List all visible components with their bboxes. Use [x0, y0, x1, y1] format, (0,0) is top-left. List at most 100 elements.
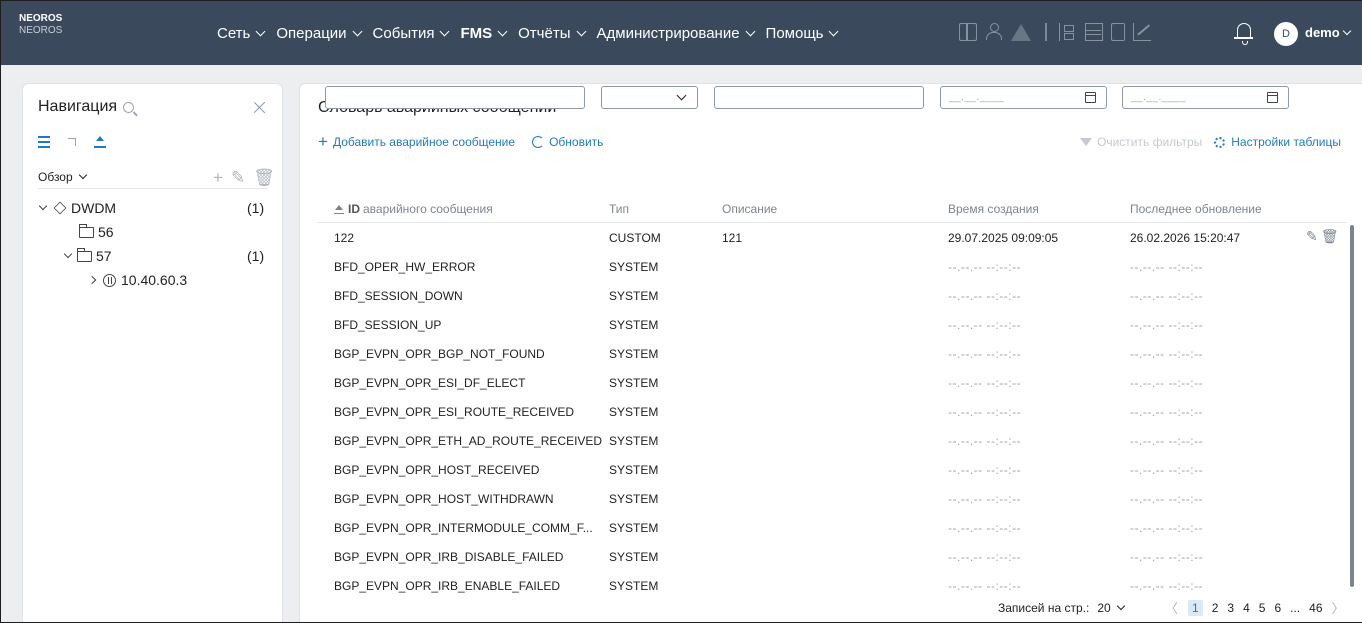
page-3[interactable]: 3	[1227, 601, 1234, 615]
table-row[interactable]: BFD_SESSION_DOWN SYSTEM --.--.-- --:--:-…	[1, 281, 1203, 310]
table-row[interactable]: BFD_OPER_HW_ERROR SYSTEM --.--.-- --:--:…	[1, 252, 1203, 281]
toolbar-divider	[1045, 23, 1047, 41]
close-icon[interactable]	[253, 100, 267, 114]
menu-administration[interactable]: Администрирование	[597, 25, 760, 42]
table-row[interactable]: BGP_EVPN_OPR_HOST_WITHDRAWN SYSTEM --.--…	[1, 484, 1203, 513]
tree-icon[interactable]	[1058, 23, 1077, 41]
document-icon[interactable]	[1110, 23, 1125, 41]
list-icon[interactable]	[1084, 23, 1103, 41]
chart-icon[interactable]	[1132, 23, 1151, 41]
cell-created: --.--.-- --:--:--	[948, 405, 1022, 419]
delete-icon[interactable]: 🗑	[253, 168, 275, 188]
chevron-right-icon[interactable]: 〉	[1332, 598, 1345, 617]
user-name: demo	[1305, 25, 1340, 40]
search-icon[interactable]	[123, 101, 135, 113]
column-header-description[interactable]: Описание	[722, 202, 777, 216]
brand-subtitle: NEOROS	[19, 25, 63, 36]
created-date-filter[interactable]: __.__.____	[940, 86, 1107, 109]
view-select[interactable]: Обзор	[38, 170, 87, 184]
cell-updated: --.--.-- --:--:--	[1130, 260, 1204, 274]
cell-type: SYSTEM	[609, 463, 659, 477]
menu-help[interactable]: Помощь	[766, 25, 844, 42]
add-alarm-button[interactable]: Добавить аварийное сообщение	[333, 135, 515, 149]
chevron-down-icon	[352, 26, 362, 36]
table-row[interactable]: BGP_EVPN_OPR_HOST_RECEIVED SYSTEM --.--.…	[1, 455, 1203, 484]
navigation-title: Навигация	[38, 98, 135, 116]
avatar[interactable]: D	[1274, 22, 1298, 46]
refresh-button[interactable]: Обновить	[549, 135, 603, 149]
cell-description: 121	[722, 231, 743, 245]
updated-date-filter[interactable]: __.__.____	[1122, 86, 1289, 109]
menu-events[interactable]: События	[373, 25, 455, 42]
chevron-left-icon[interactable]: 〈	[1165, 598, 1178, 617]
brand[interactable]: NEOROS NEOROS	[19, 13, 62, 37]
cell-id: BGP_EVPN_OPR_HOST_WITHDRAWN	[334, 492, 554, 506]
menu-fms[interactable]: FMS	[460, 25, 512, 42]
records-per-page-select[interactable]: 20	[1097, 601, 1125, 615]
menu-label: FMS	[460, 24, 493, 42]
menu-operations[interactable]: Операции	[276, 25, 366, 42]
table-row[interactable]: 122 CUSTOM 121 29.07.2025 09:09:05 26.02…	[1, 223, 1339, 252]
column-header-type[interactable]: Тип	[609, 202, 629, 216]
page-4[interactable]: 4	[1243, 601, 1250, 615]
table-row[interactable]: BGP_EVPN_OPR_ESI_DF_ELECT SYSTEM --.--.-…	[1, 368, 1203, 397]
edit-icon[interactable]: ✎	[231, 168, 245, 188]
cell-updated: --.--.-- --:--:--	[1130, 376, 1204, 390]
cell-type: SYSTEM	[609, 434, 659, 448]
table-toolbar: + Добавить аварийное сообщение Обновить	[318, 133, 603, 150]
add-icon[interactable]: +	[213, 168, 223, 188]
warning-icon[interactable]	[1011, 23, 1031, 41]
calendar-icon[interactable]	[1267, 92, 1278, 103]
page-6[interactable]: 6	[1274, 601, 1281, 615]
table-scrollbar[interactable]	[1350, 225, 1354, 587]
tree-item-dwdm[interactable]: DWDM	[38, 200, 116, 216]
bell-icon[interactable]	[1234, 23, 1253, 45]
table-row[interactable]: BGP_EVPN_OPR_ETH_AD_ROUTE_RECEIVED SYSTE…	[1, 426, 1203, 455]
menu-reports[interactable]: Отчёты	[518, 25, 590, 42]
users-icon[interactable]	[985, 23, 1003, 41]
id-filter-input[interactable]	[325, 86, 585, 109]
cell-updated: --.--.-- --:--:--	[1130, 405, 1204, 419]
menu-label: Сеть	[217, 24, 251, 42]
type-filter-select[interactable]	[601, 86, 698, 109]
list-view-icon[interactable]	[38, 136, 50, 148]
cell-updated: --.--.-- --:--:--	[1130, 318, 1204, 332]
cell-updated: --.--.-- --:--:--	[1130, 550, 1204, 564]
column-header-updated[interactable]: Последнее обновление	[1130, 202, 1262, 216]
divider	[38, 188, 268, 189]
description-filter-input[interactable]	[714, 86, 924, 109]
table-row[interactable]: BFD_SESSION_UP SYSTEM --.--.-- --:--:-- …	[1, 310, 1203, 339]
cell-id: BGP_EVPN_OPR_IRB_DISABLE_FAILED	[334, 550, 564, 564]
table-row[interactable]: BGP_EVPN_OPR_BGP_NOT_FOUND SYSTEM --.--.…	[1, 339, 1203, 368]
table-row[interactable]: BGP_EVPN_OPR_IRB_ENABLE_FAILED SYSTEM --…	[1, 571, 1203, 600]
page-1[interactable]: 1	[1188, 599, 1203, 616]
clear-filters-label: Очистить фильтры	[1097, 135, 1203, 149]
cell-created: 29.07.2025 09:09:05	[948, 231, 1059, 245]
layers-icon	[53, 201, 67, 215]
menu-network[interactable]: Сеть	[217, 25, 270, 42]
edit-icon[interactable]: ✎	[1306, 228, 1318, 245]
table-row[interactable]: BGP_EVPN_OPR_ESI_ROUTE_RECEIVED SYSTEM -…	[1, 397, 1203, 426]
grid-icon[interactable]	[959, 23, 977, 41]
cell-type: SYSTEM	[609, 579, 659, 593]
column-header-id[interactable]: ID аварийного сообщения	[334, 202, 493, 216]
cell-created: --.--.-- --:--:--	[948, 579, 1022, 593]
calendar-icon[interactable]	[1085, 92, 1096, 103]
table-row[interactable]: BGP_EVPN_OPR_INTERMODULE_COMM_F... SYSTE…	[1, 513, 1203, 542]
cell-created: --.--.-- --:--:--	[948, 318, 1022, 332]
clear-filters-button[interactable]: Очистить фильтры	[1080, 135, 1202, 149]
delete-icon[interactable]: 🗑	[1321, 228, 1339, 245]
tree-item-count: (1)	[247, 200, 265, 216]
cell-type: SYSTEM	[609, 405, 659, 419]
cell-created: --.--.-- --:--:--	[948, 289, 1022, 303]
table-row[interactable]: BGP_EVPN_OPR_IRB_DISABLE_FAILED SYSTEM -…	[1, 542, 1203, 571]
page-46[interactable]: 46	[1309, 601, 1322, 615]
table-settings-button[interactable]: Настройки таблицы	[1214, 135, 1341, 149]
column-header-created[interactable]: Время создания	[948, 202, 1039, 216]
menu-label: Помощь	[765, 24, 824, 42]
user-menu[interactable]: demo	[1305, 25, 1351, 40]
page-5[interactable]: 5	[1259, 601, 1266, 615]
sort-icon[interactable]	[94, 136, 106, 148]
page-2[interactable]: 2	[1212, 601, 1219, 615]
expand-icon[interactable]	[68, 138, 76, 146]
